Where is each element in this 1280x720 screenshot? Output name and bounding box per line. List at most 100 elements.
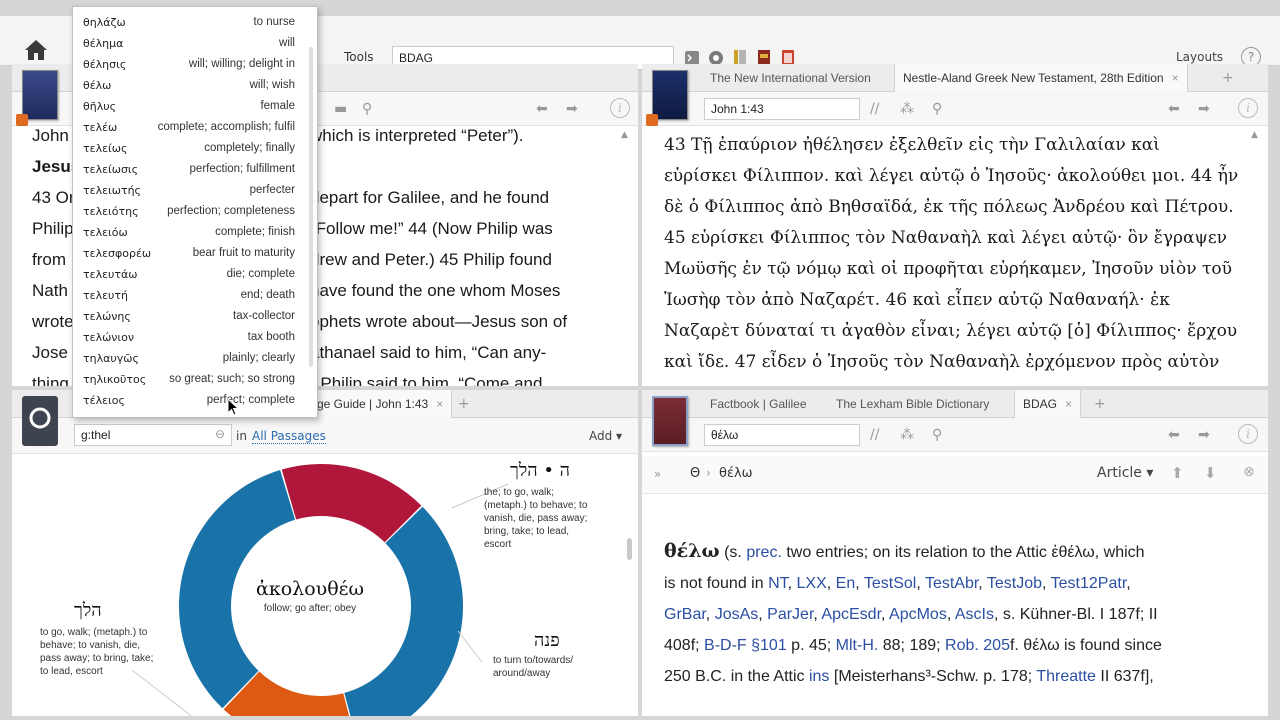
abbrev-link[interactable]: Mlt-H. [836,637,879,654]
gloss: completely; finally [204,142,295,154]
page-view-icon[interactable]: ▬ [334,101,347,117]
abbrev-link[interactable]: TestJob [987,575,1042,592]
tab-na28[interactable]: Nestle-Aland Greek New Testament, 28th E… [894,64,1188,92]
autocomplete-item[interactable]: θέλω will; wish [73,76,317,97]
autocomplete-item[interactable]: τελώνης tax-collector [73,307,317,328]
abbrev-link[interactable]: Rob. 205 [945,637,1010,654]
autocomplete-item[interactable]: τελέω complete; accomplish; fulfil [73,118,317,139]
close-circle-icon[interactable]: ⊗ [1243,464,1255,480]
search-icon[interactable]: ⚲ [932,427,942,443]
close-icon[interactable]: × [1172,71,1179,85]
tab-passage-guide[interactable]: ge Guide | John 1:43 × [308,390,453,418]
back-arrow-icon[interactable]: ⬅ [1168,101,1180,117]
breadcrumb-letter[interactable]: Θ [690,466,700,481]
autocomplete-item[interactable]: θέλησις will; willing; delight in [73,55,317,76]
abbrev-link[interactable]: En [836,575,856,592]
close-icon[interactable]: × [1065,397,1072,411]
abbrev-link[interactable]: ins [809,668,829,685]
segment-label-0[interactable]: ה • הלך [510,460,570,481]
abbrev-link[interactable]: NT [768,575,788,592]
visual-filter-icon[interactable]: ⁂ [900,101,914,117]
abbrev-link[interactable]: LXX [797,575,827,592]
abbrev-link[interactable]: GrBar [664,606,706,623]
info-icon[interactable]: i [1238,98,1258,118]
resource-cover[interactable] [22,70,58,120]
article-menu[interactable]: Article ▾ [1097,465,1153,481]
search-icon[interactable]: ⚲ [362,101,372,117]
resource-cover[interactable] [652,396,688,446]
abbrev-link[interactable]: JosAs [715,606,759,623]
autocomplete-item[interactable]: τελειότης perfection; completeness [73,202,317,223]
scrollbar[interactable] [1248,580,1264,716]
info-icon[interactable]: i [610,98,630,118]
tools-menu[interactable]: Tools [344,50,374,64]
tab-lexham-dictionary[interactable]: The Lexham Bible Dictionary [828,390,997,418]
autocomplete-item[interactable]: τελειωτής perfecter [73,181,317,202]
segment-label-1[interactable]: הלך [74,600,102,621]
scope-selector[interactable]: All Passages [252,429,326,444]
arrow-up-icon[interactable]: ⬆ [1171,464,1184,482]
resource-cover[interactable] [652,70,688,120]
gloss: perfection; completeness [167,205,295,217]
autocomplete-item[interactable]: τηλαυγῶς plainly; clearly [73,349,317,370]
autocomplete-item[interactable]: θηλάζω to nurse [73,13,317,34]
close-icon[interactable]: × [436,397,443,411]
add-menu[interactable]: Add ▾ [589,429,622,443]
visual-filter-icon[interactable]: ⁂ [900,427,914,443]
autocomplete-item[interactable]: τελείως completely; finally [73,139,317,160]
forward-arrow-icon[interactable]: ➡ [1198,101,1210,117]
abbrev-link[interactable]: TestAbr [925,575,978,592]
autocomplete-item[interactable]: θῆλυς female [73,97,317,118]
forward-arrow-icon[interactable]: ➡ [1198,427,1210,443]
add-tab-icon[interactable]: + [1222,70,1234,86]
scrollbar[interactable]: ▲ [1248,126,1264,386]
breadcrumb-word[interactable]: θέλω [719,466,753,481]
segment-label-2[interactable]: פנה [534,630,560,651]
scrollbar[interactable]: ▲ [618,126,634,386]
autocomplete-item[interactable]: τελευτή end; death [73,286,317,307]
back-arrow-icon[interactable]: ⬅ [1168,427,1180,443]
tab-factbook[interactable]: Factbook | Galilee [702,390,815,418]
abbrev-link[interactable]: ApcMos [889,606,947,623]
tab-bdag[interactable]: BDAG × [1014,390,1082,418]
abbrev-link[interactable]: B-D-F §101 [704,637,787,654]
abbrev-link[interactable]: TestSol [864,575,916,592]
tab-niv[interactable]: The New International Version [702,64,879,92]
add-tab-icon[interactable]: + [1094,396,1106,412]
autocomplete-item[interactable]: τελειόω complete; finish [73,223,317,244]
greek-line: Μωϋσῆς ἐν τῷ νόμῳ καὶ οἱ προφῆται εὑρήκα… [664,259,1232,279]
autocomplete-item[interactable]: τελώνιον tax booth [73,328,317,349]
forward-arrow-icon[interactable]: ➡ [566,101,578,117]
abbrev-link[interactable]: AscIs [955,606,994,623]
autocomplete-item[interactable]: θέλημα will [73,34,317,55]
back-arrow-icon[interactable]: ⬅ [536,101,548,117]
reference-input[interactable]: John 1:43 [704,98,860,120]
autocomplete-item[interactable]: τελεσφορέω bear fruit to maturity [73,244,317,265]
lookup-input[interactable]: θέλω [704,424,860,446]
abbrev-link[interactable]: ApcEsdr [821,606,881,623]
autocomplete-item[interactable]: τελείωσις perfection; fulfillment [73,160,317,181]
parallel-icon[interactable]: // [870,101,879,117]
abbrev-link[interactable]: prec. [746,544,782,561]
layouts-menu[interactable]: Layouts [1176,50,1223,64]
guide-icon[interactable] [22,396,58,446]
home-button[interactable] [20,36,52,64]
clear-icon[interactable]: ⊖ [215,427,225,441]
abbrev-link[interactable]: Test12Patr [1051,575,1127,592]
autocomplete-item[interactable]: τηλικοῦτος so great; such; so strong [73,370,317,391]
abbrev-link[interactable]: ParJer [767,606,813,623]
link-set-badge[interactable] [16,114,28,126]
parallel-icon[interactable]: // [870,427,879,443]
expand-icon[interactable]: » [654,467,661,481]
arrow-down-icon[interactable]: ⬇ [1204,464,1217,482]
abbrev-link[interactable]: Threatte [1036,668,1096,685]
info-icon[interactable]: i [1238,424,1258,444]
link-set-badge[interactable] [646,114,658,126]
scrollbar-thumb[interactable] [627,538,632,560]
gloss-line: around/away [493,668,551,679]
autocomplete-item[interactable]: τελευτάω die; complete [73,265,317,286]
autocomplete-item[interactable]: τέλειος perfect; complete [73,391,317,412]
search-icon[interactable]: ⚲ [932,101,942,117]
query-input[interactable]: g:thel [74,424,232,446]
add-tab-icon[interactable]: + [458,396,470,412]
